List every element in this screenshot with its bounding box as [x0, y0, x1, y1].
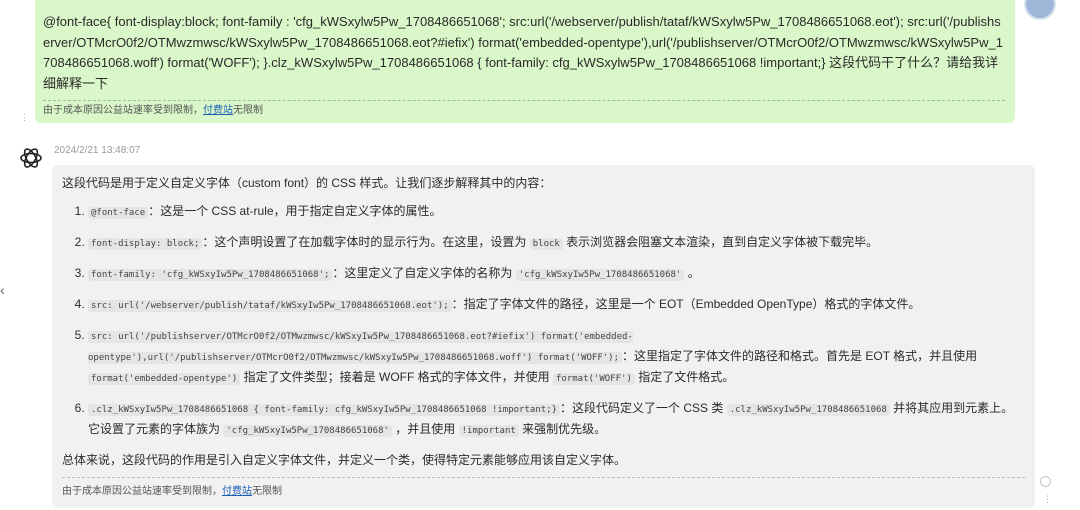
- inline-code: font-family: 'cfg_kWSxyIw5Pw_17084866510…: [88, 269, 333, 281]
- list-item-text: 来强制优先级。: [522, 422, 607, 436]
- inline-code: 'cfg_kWSxyIw5Pw_1708486651068': [223, 425, 392, 437]
- paid-site-link[interactable]: 付费站: [222, 486, 252, 497]
- list-item-text: ：这是一个 CSS at-rule，用于指定自定义字体的属性。: [148, 204, 442, 218]
- list-item-text: 指定了文件格式。: [638, 370, 735, 384]
- list-item: .clz_kWSxyIw5Pw_1708486651068 { font-fam…: [88, 399, 1025, 441]
- list-item: src: url('/webserver/publish/tataf/kWSxy…: [88, 295, 1025, 316]
- list-item: font-family: 'cfg_kWSxyIw5Pw_17084866510…: [88, 264, 1025, 285]
- user-avatar[interactable]: [1024, 0, 1056, 20]
- inline-code: format('WOFF'): [553, 373, 635, 385]
- inline-code: 'cfg_kWSxyIw5Pw_1708486651068': [515, 269, 685, 281]
- list-item-text: 。: [687, 266, 700, 280]
- paid-site-link[interactable]: 付费站: [203, 105, 233, 116]
- inline-code: block: [529, 238, 563, 250]
- notice-suffix: 无限制: [252, 486, 282, 497]
- rate-limit-notice: 由于成本原因公益站速率受到限制，付费站无限制: [43, 100, 1005, 117]
- user-message-bubble: @font-face{ font-display:block; font-fam…: [35, 0, 1015, 123]
- list-item-text: ，并且使用: [395, 422, 456, 436]
- assistant-message-bubble: 这段代码是用于定义自定义字体（custom font）的 CSS 样式。让我们逐…: [52, 165, 1035, 508]
- message-timestamp: 2024/2/21 13:48:07: [54, 145, 141, 156]
- list-item-text: 表示浏览器会阻塞文本渲染，直到自定义字体被下载完毕。: [566, 235, 879, 249]
- list-item-text: ：指定了字体文件的路径，这里是一个 EOT（Embedded OpenType）…: [451, 297, 921, 311]
- scroll-indicator[interactable]: [1040, 476, 1051, 487]
- collapse-arrow-icon[interactable]: ‹: [0, 282, 5, 298]
- rate-limit-notice: 由于成本原因公益站速率受到限制，付费站无限制: [62, 477, 1025, 497]
- list-item-text: 指定了文件类型；接着是 WOFF 格式的字体文件，并使用: [243, 370, 550, 384]
- inline-code: src: url('/publishserver/OTMcrO0f2/OTMwz…: [88, 331, 633, 364]
- list-item-text: ：这段代码定义了一个 CSS 类: [560, 401, 724, 415]
- list-item: @font-face：这是一个 CSS at-rule，用于指定自定义字体的属性…: [88, 202, 1025, 223]
- inline-code: .clz_kWSxyIw5Pw_1708486651068 { font-fam…: [88, 404, 560, 416]
- inline-code: font-display: block;: [88, 238, 203, 250]
- answer-summary: 总体来说，这段代码的作用是引入自定义字体文件，并定义一个类，使得特定元素能够应用…: [62, 453, 627, 467]
- inline-code: format('embedded-opentype'): [88, 373, 241, 385]
- chatgpt-logo-icon: [20, 148, 42, 168]
- notice-suffix: 无限制: [233, 105, 263, 116]
- user-message-text: @font-face{ font-display:block; font-fam…: [43, 14, 1003, 91]
- list-item-text: ：这个声明设置了在加载字体时的显示行为。在这里，设置为: [202, 235, 527, 249]
- list-item: src: url('/publishserver/OTMcrO0f2/OTMwz…: [88, 326, 1025, 389]
- notice-text: 由于成本原因公益站速率受到限制，: [62, 486, 222, 497]
- inline-code: !important: [458, 425, 519, 437]
- list-item-text: ：这里定义了自定义字体的名称为: [332, 266, 513, 280]
- answer-intro: 这段代码是用于定义自定义字体（custom font）的 CSS 样式。让我们逐…: [62, 176, 552, 190]
- inline-code: @font-face: [88, 207, 149, 219]
- list-item: font-display: block;：这个声明设置了在加载字体时的显示行为。…: [88, 233, 1025, 254]
- list-item-text: ：这里指定了字体文件的路径和格式。首先是 EOT 格式，并且使用: [622, 349, 978, 363]
- inline-code: src: url('/webserver/publish/tataf/kWSxy…: [88, 300, 452, 312]
- notice-text: 由于成本原因公益站速率受到限制，: [43, 105, 203, 116]
- more-options-dots[interactable]: ⋮: [1043, 494, 1052, 505]
- message-menu-dots[interactable]: ⋮: [20, 112, 29, 123]
- inline-code: .clz_kWSxyIw5Pw_1708486651068: [726, 404, 890, 416]
- explanation-list: @font-face：这是一个 CSS at-rule，用于指定自定义字体的属性…: [62, 202, 1025, 441]
